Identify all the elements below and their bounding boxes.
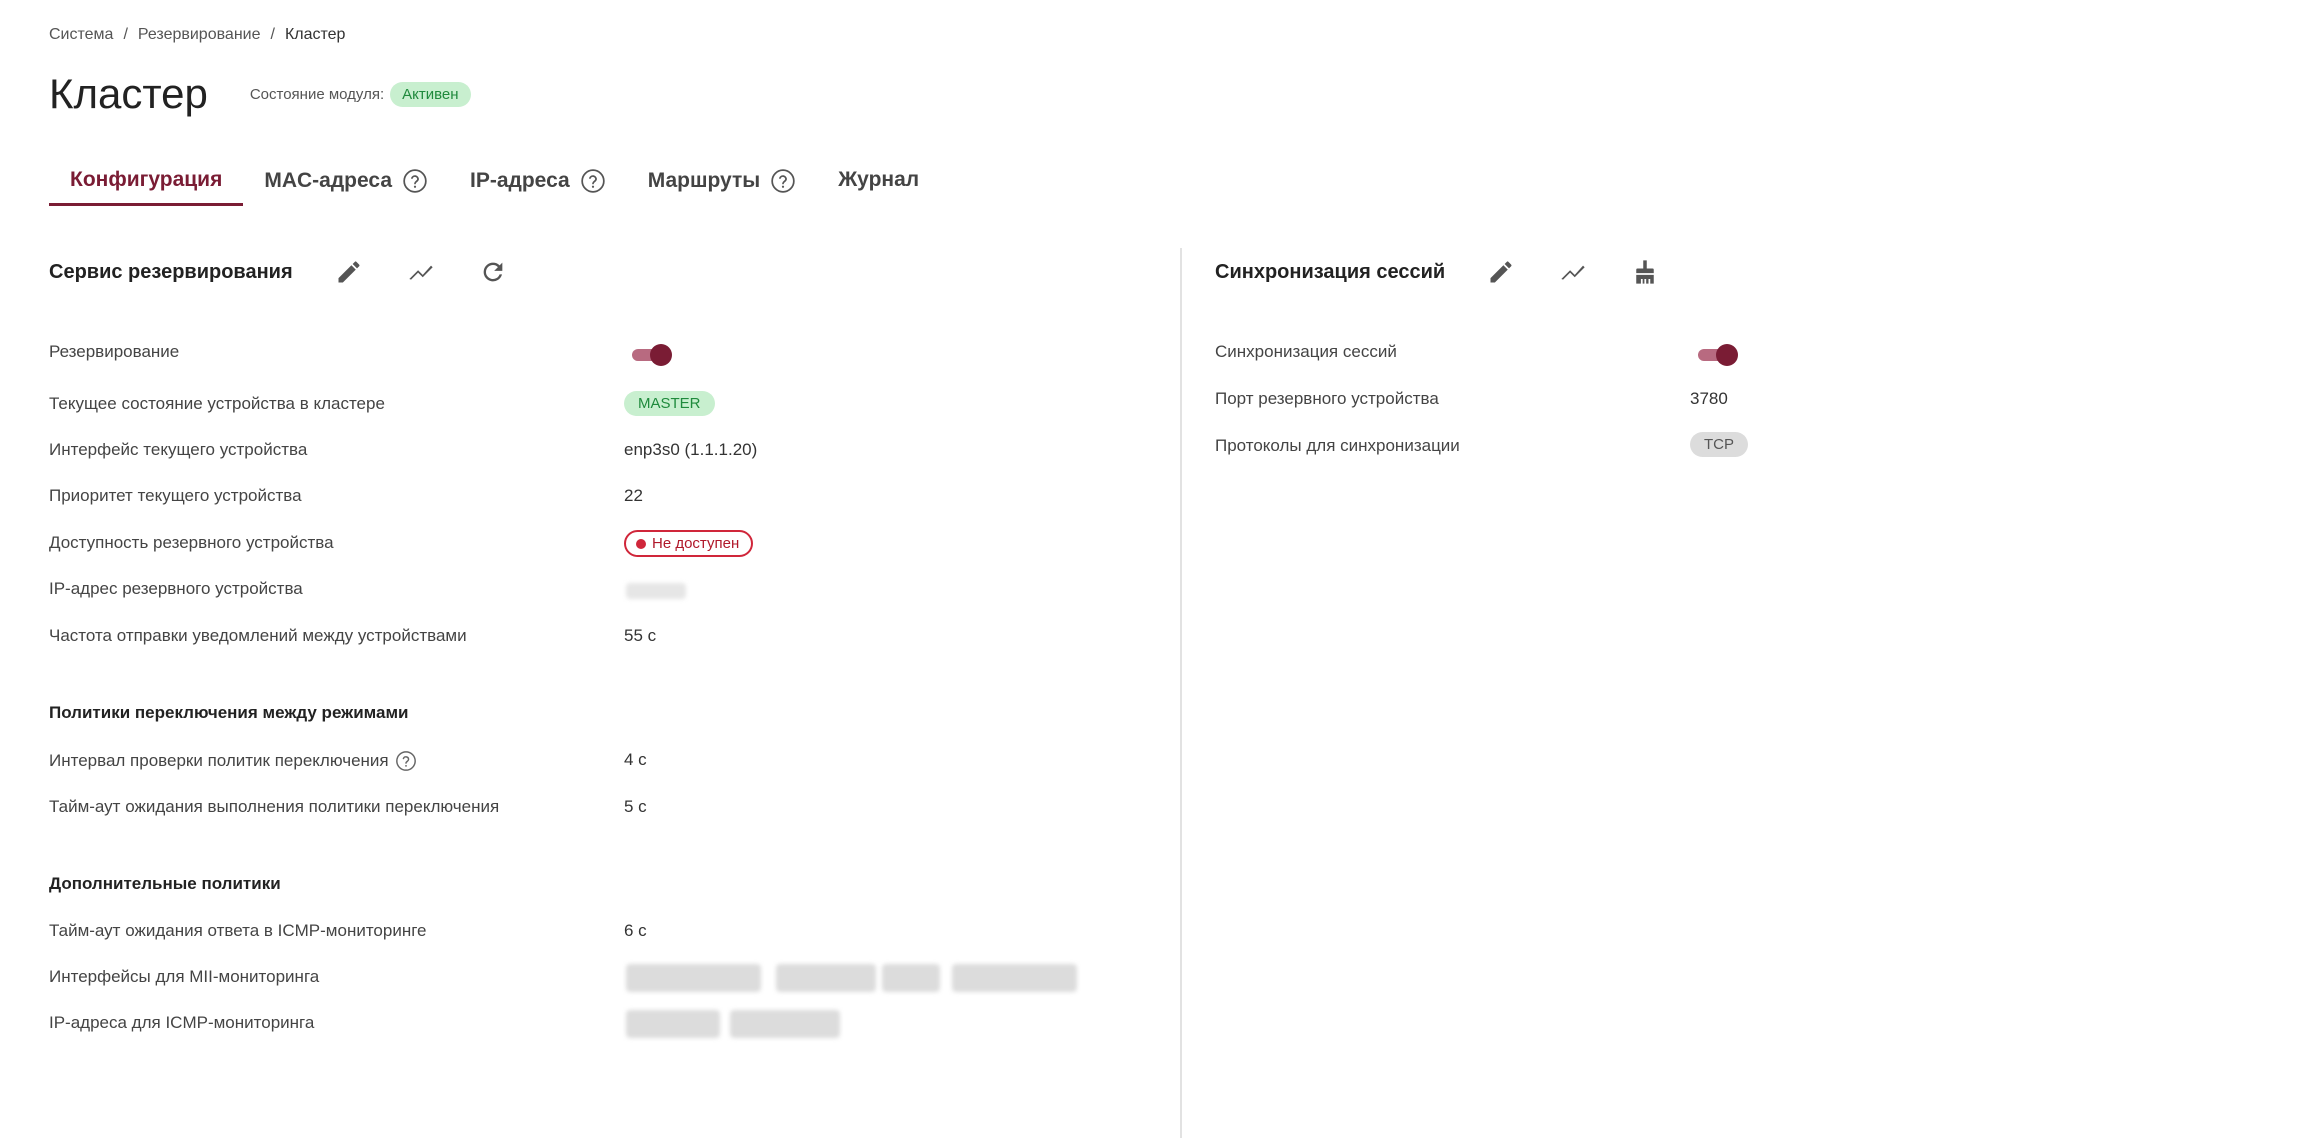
label-icmp-ips: IP-адреса для ICMP-мониторинга — [49, 1013, 315, 1032]
chart-icon[interactable] — [405, 256, 437, 288]
section-divider — [1180, 248, 1182, 1138]
label-backup-port: Порт резервного устройства — [1215, 389, 1439, 408]
label-reservation: Резервирование — [49, 342, 180, 361]
availability-text: Не доступен — [652, 535, 740, 552]
reservation-toggle[interactable] — [632, 344, 672, 366]
label-policy-timeout: Тайм-аут ожидания выполнения политики пе… — [49, 797, 500, 816]
reservation-service-header: Сервис резервирования — [49, 256, 509, 288]
tabs: Конфигурация MAC-адреса IP-адреса Маршру… — [49, 160, 940, 208]
page-title: Кластер — [49, 70, 208, 117]
section-title: Сервис резервирования — [49, 260, 293, 283]
tab-label: Конфигурация — [70, 168, 223, 191]
protocol-badge: TCP — [1690, 432, 1748, 457]
value-notify-frequency: 55 с — [624, 626, 657, 645]
tab-configuration[interactable]: Конфигурация — [49, 160, 244, 206]
help-icon[interactable] — [402, 168, 428, 194]
breadcrumb-item-reservation[interactable]: Резервирование — [138, 26, 261, 44]
help-icon[interactable] — [770, 168, 796, 194]
tab-label: MAC-адреса — [264, 169, 393, 192]
value-priority: 22 — [624, 486, 643, 505]
switch-policies-heading: Политики переключения между режимами — [49, 703, 409, 722]
tab-journal[interactable]: Журнал — [817, 160, 940, 206]
tab-mac-addresses[interactable]: MAC-адреса — [243, 160, 449, 208]
breadcrumb-separator: / — [123, 26, 128, 43]
label-current-interface: Интерфейс текущего устройства — [49, 440, 308, 459]
edit-icon[interactable] — [1485, 256, 1517, 288]
status-dot — [636, 538, 646, 549]
module-state-label: Состояние модуля: — [249, 85, 385, 103]
row-check-interval: Интервал проверки политик переключения — [49, 750, 417, 772]
value-check-interval: 4 с — [624, 750, 647, 769]
module-state: Состояние модуля: Активен — [249, 81, 471, 107]
value-current-interface: enp3s0 (1.1.1.20) — [624, 440, 758, 459]
value-policy-timeout: 5 с — [624, 797, 647, 816]
value-backup-port: 3780 — [1690, 389, 1728, 408]
label-device-state: Текущее состояние устройства в кластере — [49, 394, 385, 413]
breadcrumb-item-system[interactable]: Система — [49, 26, 113, 44]
label-backup-availability: Доступность резервного устройства — [49, 533, 334, 552]
breadcrumb-separator: / — [270, 26, 275, 43]
tab-label: Маршруты — [647, 169, 761, 192]
redacted-backup-ip — [626, 583, 686, 599]
help-icon[interactable] — [395, 750, 417, 772]
device-state-badge: MASTER — [624, 391, 715, 416]
help-icon[interactable] — [580, 168, 606, 194]
breadcrumb: Система / Резервирование / Кластер — [49, 26, 345, 44]
extra-policies-heading: Дополнительные политики — [49, 874, 281, 893]
label-sync-protocols: Протоколы для синхронизации — [1215, 436, 1460, 455]
label-mii-interfaces: Интерфейсы для MII-мониторинга — [49, 967, 320, 986]
status-badge: Активен — [390, 81, 471, 107]
tab-label: IP-адреса — [470, 169, 570, 192]
tab-ip-addresses[interactable]: IP-адреса — [449, 160, 627, 208]
tab-routes[interactable]: Маршруты — [627, 160, 817, 208]
chart-icon[interactable] — [1557, 256, 1589, 288]
label-session-sync: Синхронизация сессий — [1215, 342, 1397, 361]
value-icmp-timeout: 6 с — [624, 921, 647, 940]
label-backup-ip: IP-адрес резервного устройства — [49, 579, 303, 598]
session-sync-toggle[interactable] — [1698, 344, 1738, 366]
backup-availability-badge: Не доступен — [624, 530, 754, 557]
breadcrumb-item-cluster: Кластер — [284, 26, 346, 43]
broom-icon[interactable] — [1629, 256, 1661, 288]
label-priority: Приоритет текущего устройства — [49, 486, 302, 505]
label-notify-frequency: Частота отправки уведомлений между устро… — [49, 626, 467, 645]
session-sync-header: Синхронизация сессий — [1215, 256, 1661, 288]
refresh-icon[interactable] — [477, 256, 509, 288]
edit-icon[interactable] — [333, 256, 365, 288]
section-title: Синхронизация сессий — [1215, 260, 1446, 283]
label-check-interval: Интервал проверки политик переключения — [49, 751, 389, 770]
tab-label: Журнал — [838, 168, 920, 191]
title-row: Кластер Состояние модуля: Активен — [49, 70, 471, 118]
label-icmp-timeout: Тайм-аут ожидания ответа в ICMP-монитори… — [49, 921, 427, 940]
